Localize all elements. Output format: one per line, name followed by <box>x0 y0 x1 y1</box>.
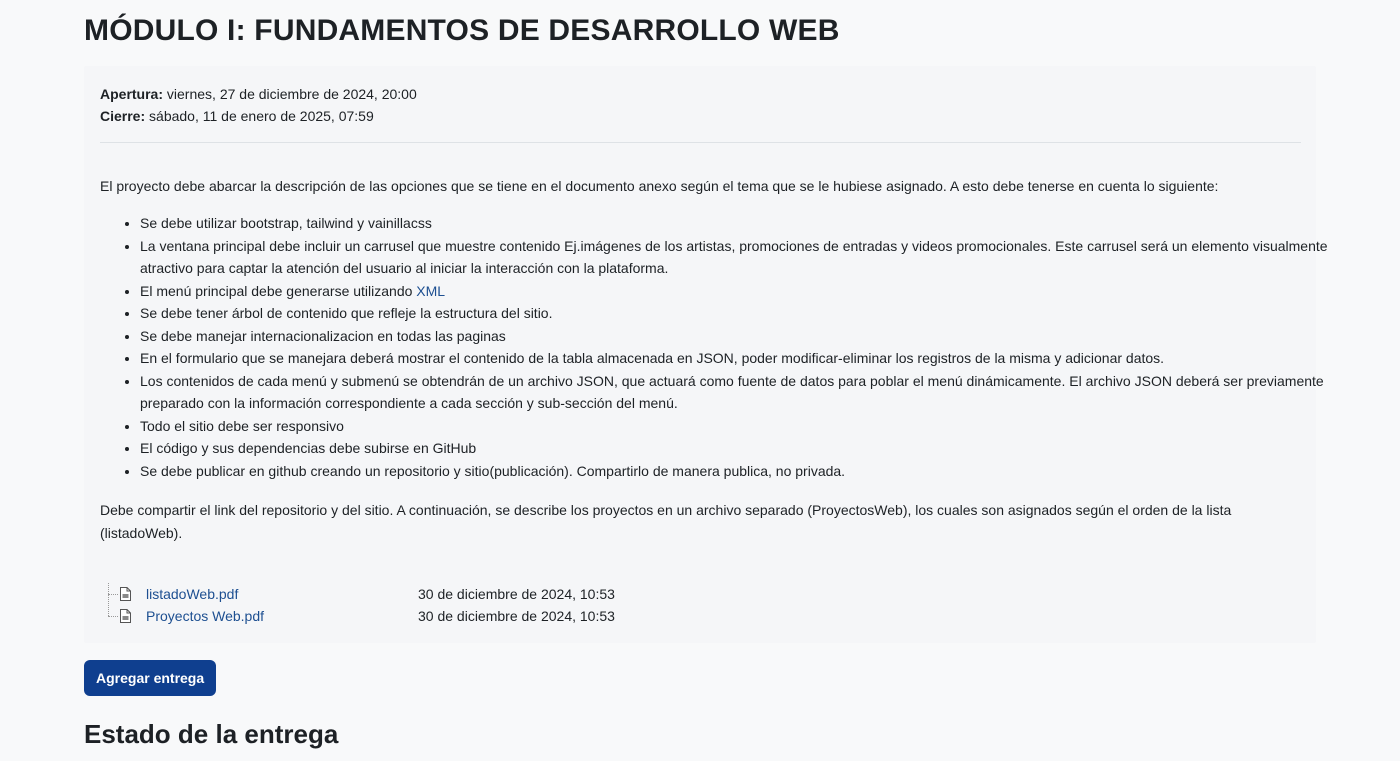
file-link[interactable]: Proyectos Web.pdf <box>146 605 264 627</box>
page-title: MÓDULO I: FUNDAMENTOS DE DESARROLLO WEB <box>84 14 840 47</box>
requirements-list: Se debe utilizar bootstrap, tailwind y v… <box>100 212 1340 482</box>
list-item: Se debe manejar internacionalizacion en … <box>140 325 1340 348</box>
open-date-label: Apertura: <box>100 86 164 102</box>
pdf-file-icon <box>120 609 131 623</box>
list-item: En el formulario que se manejara deberá … <box>140 347 1340 370</box>
pdf-file-icon <box>120 587 131 601</box>
description-intro: El proyecto debe abarcar la descripción … <box>100 178 1219 194</box>
close-date-label: Cierre: <box>100 108 146 124</box>
add-submission-button[interactable]: Agregar entrega <box>84 660 217 696</box>
list-item: Se debe utilizar bootstrap, tailwind y v… <box>140 212 1340 235</box>
file-date: 30 de diciembre de 2024, 10:53 <box>418 586 615 602</box>
submission-status-title: Estado de la entrega <box>84 719 339 749</box>
activity-dates: Apertura: viernes, 27 de diciembre de 20… <box>100 83 417 127</box>
divider <box>100 142 1301 143</box>
list-item-text: El menú principal debe generarse utiliza… <box>140 282 417 299</box>
tree-connector <box>108 616 118 617</box>
close-date-value: sábado, 11 de enero de 2025, 07:59 <box>145 108 374 124</box>
open-date-value: viernes, 27 de diciembre de 2024, 20:00 <box>163 86 417 102</box>
list-item: Se debe publicar en github creando un re… <box>140 460 1340 483</box>
description-closing: Debe compartir el link del repositorio y… <box>100 502 1232 541</box>
list-item: El menú principal debe generarse utiliza… <box>140 280 1340 303</box>
activity-description-box: Apertura: viernes, 27 de diciembre de 20… <box>84 66 1328 643</box>
file-date: 30 de diciembre de 2024, 10:53 <box>418 608 615 624</box>
list-item: Se debe tener árbol de contenido que ref… <box>140 302 1340 325</box>
list-item: El código y sus dependencias debe subirs… <box>140 437 1340 460</box>
close-date: Cierre: sábado, 11 de enero de 2025, 07:… <box>100 105 417 127</box>
open-date: Apertura: viernes, 27 de diciembre de 20… <box>100 83 417 105</box>
file-row: Proyectos Web.pdf 30 de diciembre de 202… <box>106 605 706 627</box>
list-item: Los contenidos de cada menú y submenú se… <box>140 370 1340 415</box>
tree-connector <box>108 594 118 595</box>
file-row: listadoWeb.pdf 30 de diciembre de 2024, … <box>106 583 706 605</box>
file-link[interactable]: listadoWeb.pdf <box>146 583 238 605</box>
list-item: La ventana principal debe incluir un car… <box>140 235 1340 280</box>
attached-files: listadoWeb.pdf 30 de diciembre de 2024, … <box>106 583 706 627</box>
xml-link[interactable]: XML <box>416 283 445 299</box>
list-item: Todo el sitio debe ser responsivo <box>140 415 1340 438</box>
assignment-page: MÓDULO I: FUNDAMENTOS DE DESARROLLO WEB … <box>0 0 1400 761</box>
